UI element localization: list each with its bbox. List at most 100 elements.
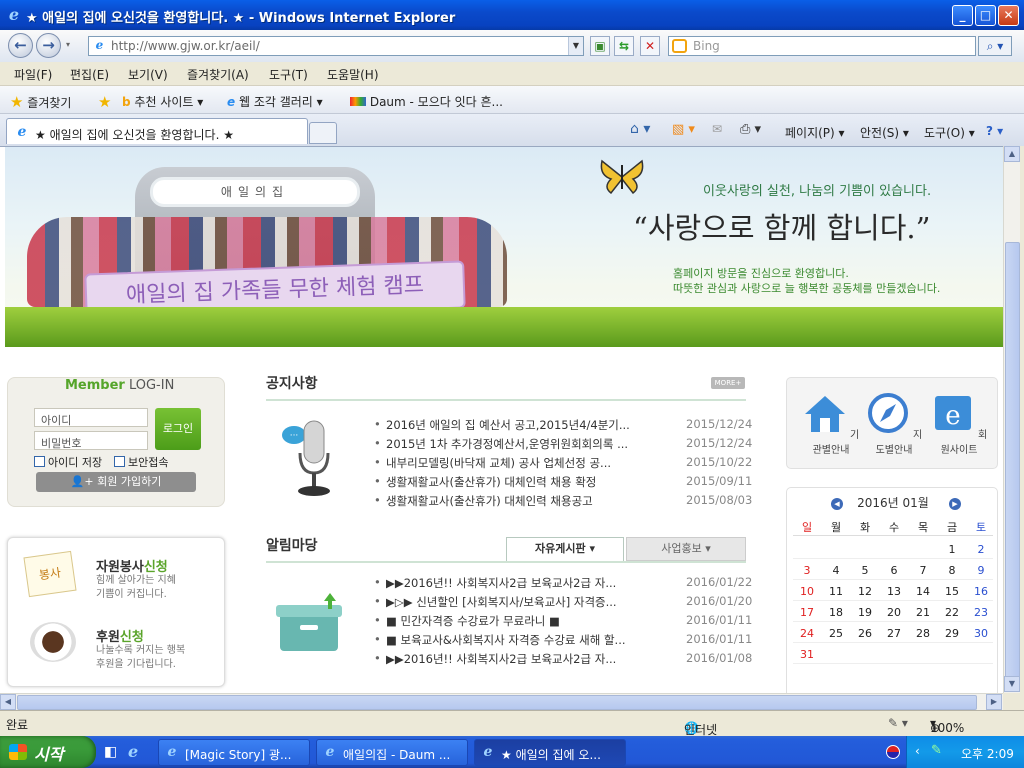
forward-button[interactable]: → [36, 33, 61, 58]
calendar-day[interactable]: 29 [938, 627, 966, 640]
zoom-control[interactable]: ⊕ 100% ▾ [930, 716, 964, 735]
quick-link-institution[interactable]: 기관별안내 [801, 392, 861, 456]
calendar-day[interactable]: 7 [909, 564, 937, 577]
fav-item-webslice[interactable]: e 웹 조각 갤러리 ▾ [227, 93, 323, 110]
taskbar-item-magic-story[interactable]: e [Magic Story] 광... [158, 739, 310, 766]
url-dropdown-icon[interactable]: ▼ [568, 37, 583, 55]
calendar-day[interactable]: 22 [938, 606, 966, 619]
calendar-day[interactable]: 24 [793, 627, 821, 640]
notice-row[interactable]: 2016년 애일의 집 예산서 공고,2015년4/4분기... 2015/12/… [374, 417, 754, 435]
print-icon[interactable]: ⎙ ▾ [740, 122, 761, 137]
search-input[interactable]: Bing [668, 36, 976, 56]
tools-menu[interactable]: 도구(O) ▾ [924, 124, 975, 141]
tab-free-board[interactable]: 자유게시판 ▾ [506, 537, 624, 561]
notice-row[interactable]: 생활재활교사(출산휴가) 대체인력 채용공고 2015/08/03 [374, 493, 754, 511]
calendar-day[interactable]: 18 [822, 606, 850, 619]
tab-business-promo[interactable]: 사업홍보 ▾ [626, 537, 746, 561]
tab-current[interactable]: e ★ 애일의 집에 오신것을 환영합니다. ★ [6, 118, 308, 144]
scroll-left-icon[interactable]: ◀ [0, 694, 16, 710]
donation-apply-link[interactable]: 후원신청 [96, 626, 144, 645]
start-button[interactable]: 시작 [0, 736, 96, 768]
volunteer-note-icon[interactable]: 봉사 [23, 550, 77, 598]
taskbar-item-aeil[interactable]: e ★ 애일의 집에 오... [474, 739, 626, 766]
refresh-icon[interactable]: ⇆ [614, 36, 634, 56]
board-row[interactable]: ■ 민간자격증 수강료가 무료라니 ■ 2016/01/11 [374, 613, 754, 631]
scroll-down-icon[interactable]: ▼ [1004, 676, 1020, 692]
next-month-icon[interactable]: ▶ [949, 498, 961, 510]
calendar-day[interactable]: 27 [880, 627, 908, 640]
horizontal-scrollbar[interactable]: ◀ ▶ [0, 693, 1003, 710]
calendar-day[interactable]: 2 [967, 543, 995, 556]
calendar-day[interactable]: 6 [880, 564, 908, 577]
vertical-scrollbar[interactable]: ▲ ▼ [1003, 146, 1020, 693]
safety-menu[interactable]: 안전(S) ▾ [860, 124, 909, 141]
scroll-up-icon[interactable]: ▲ [1004, 146, 1020, 162]
join-button[interactable]: 👤+ 회원 가입하기 [36, 472, 196, 492]
protected-mode-icon[interactable]: ✎ ▾ [888, 716, 908, 730]
add-favorite-icon[interactable]: ★ [98, 93, 111, 111]
calendar-day[interactable]: 26 [851, 627, 879, 640]
menu-tools[interactable]: 도구(T) [269, 66, 308, 83]
calendar-day[interactable]: 21 [909, 606, 937, 619]
volunteer-apply-link[interactable]: 자원봉사신청 [96, 556, 168, 575]
calendar-day[interactable]: 19 [851, 606, 879, 619]
menu-edit[interactable]: 편집(E) [70, 66, 109, 83]
menu-favorites[interactable]: 즐겨찾기(A) [187, 66, 249, 83]
nav-history-chevron-icon[interactable]: ▾ [66, 40, 70, 49]
calendar-day[interactable]: 15 [938, 585, 966, 598]
taskbar-item-daum[interactable]: e 애일의집 - Daum ... [316, 739, 468, 766]
calendar-day[interactable]: 8 [938, 564, 966, 577]
calendar-day[interactable]: 14 [909, 585, 937, 598]
tray-expand-icon[interactable]: ‹ [915, 744, 920, 758]
calendar-day[interactable]: 23 [967, 606, 995, 619]
quick-link-member-site[interactable]: e 회원사이트 [929, 392, 989, 456]
feeds-icon[interactable]: ▧ ▾ [672, 122, 695, 137]
calendar-day[interactable]: 12 [851, 585, 879, 598]
calendar-day[interactable]: 10 [793, 585, 821, 598]
coffee-cup-icon[interactable] [30, 622, 76, 662]
fav-item-daum[interactable]: Daum - 모으다 잇다 흔... [350, 93, 503, 110]
save-id-checkbox[interactable]: 아이디 저장 [34, 454, 102, 470]
compat-view-icon[interactable]: ▣ [590, 36, 610, 56]
quicklaunch-ie-icon[interactable]: e [128, 742, 138, 761]
tray-app-icon[interactable]: ✎ [931, 743, 942, 758]
menu-help[interactable]: 도움말(H) [327, 66, 379, 83]
favorites-button[interactable]: ★ 즐겨찾기 [10, 93, 71, 111]
quick-link-map[interactable]: 지도별안내 [864, 392, 924, 456]
calendar-day[interactable]: 20 [880, 606, 908, 619]
user-id-input[interactable]: 아이디 [34, 408, 148, 427]
help-icon[interactable]: ? ▾ [986, 124, 1003, 138]
menu-file[interactable]: 파일(F) [14, 66, 52, 83]
calendar-day[interactable]: 17 [793, 606, 821, 619]
vertical-scroll-thumb[interactable] [1005, 242, 1020, 682]
search-button[interactable]: ⌕ ▾ [978, 36, 1012, 56]
show-desktop-icon[interactable]: ◧ [104, 744, 117, 760]
back-button[interactable]: ← [8, 33, 33, 58]
board-row[interactable]: ■ 보육교사&사회복지사 자격증 수강료 새해 할... 2016/01/11 [374, 632, 754, 650]
calendar-day[interactable]: 3 [793, 564, 821, 577]
calendar-day[interactable]: 9 [967, 564, 995, 577]
board-row[interactable]: ▶▶2016년!! 사회복지사2급 보육교사2급 자... 2016/01/22 [374, 575, 754, 593]
calendar-day[interactable]: 25 [822, 627, 850, 640]
close-button[interactable]: ✕ [998, 5, 1019, 26]
calendar-day[interactable]: 16 [967, 585, 995, 598]
scroll-right-icon[interactable]: ▶ [986, 694, 1002, 710]
calendar-day[interactable]: 11 [822, 585, 850, 598]
notice-row[interactable]: 생활재활교사(출산휴가) 대체인력 채용 확정 2015/09/11 [374, 474, 754, 492]
mail-icon[interactable]: ✉ [712, 122, 722, 136]
calendar-day[interactable]: 5 [851, 564, 879, 577]
calendar-day[interactable]: 30 [967, 627, 995, 640]
minimize-button[interactable]: _ [952, 5, 973, 26]
calendar-day[interactable]: 13 [880, 585, 908, 598]
password-input[interactable]: 비밀번호 [34, 431, 148, 450]
board-row[interactable]: ▶▷▶ 신년할인 [사회복지사/보육교사] 자격증... 2016/01/20 [374, 594, 754, 612]
notice-row[interactable]: 내부리모델링(바닥재 교체) 공사 업체선정 공... 2015/10/22 [374, 455, 754, 473]
title-bar[interactable]: e ★ 애일의 집에 오신것을 환영합니다. ★ - Windows Inter… [0, 0, 1024, 30]
secure-login-checkbox[interactable]: 보안접속 [114, 454, 168, 470]
calendar-day[interactable]: 1 [938, 543, 966, 556]
calendar-day[interactable]: 31 [793, 648, 821, 661]
input-method-icon[interactable] [886, 745, 900, 759]
board-row[interactable]: ▶▶2016년!! 사회복지사2급 보육교사2급 자... 2016/01/08 [374, 651, 754, 669]
notice-more-button[interactable]: MORE+ [711, 377, 745, 389]
calendar-day[interactable]: 28 [909, 627, 937, 640]
